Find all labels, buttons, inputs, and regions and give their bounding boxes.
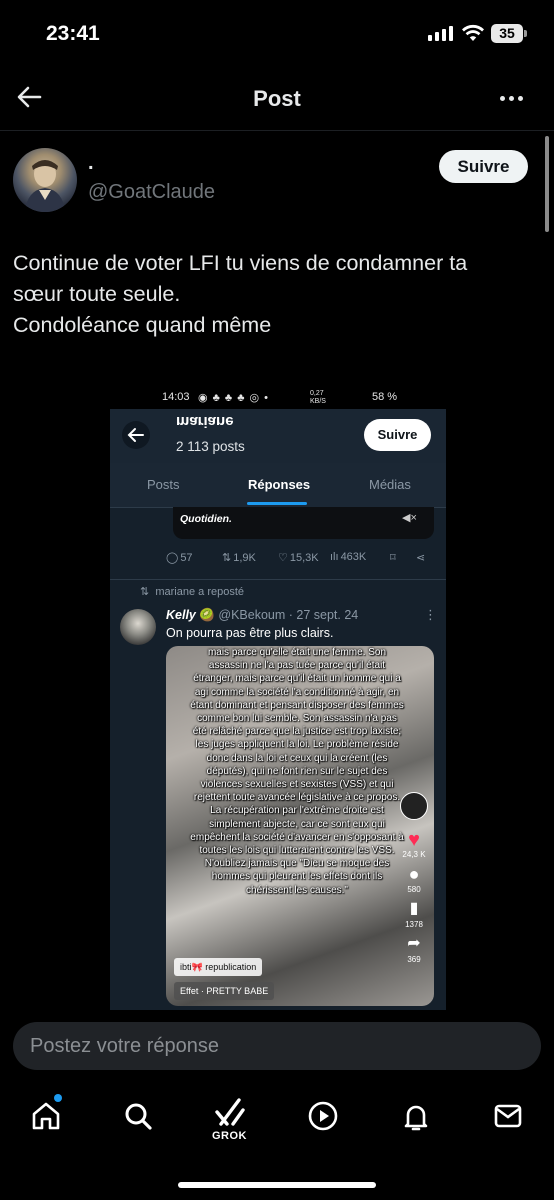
- battery-icon: 35: [491, 24, 523, 43]
- tiktok-share-icon: ➦: [407, 935, 421, 952]
- video-play-icon[interactable]: [307, 1100, 339, 1137]
- embedded-tab-indicator: [247, 502, 307, 505]
- notifications-bell-icon[interactable]: [400, 1100, 432, 1137]
- embedded-view-count: ılı 463K: [330, 551, 366, 563]
- embedded-video-brand: Quotidien.: [180, 513, 232, 525]
- embedded-profile-name: mariane: [176, 413, 234, 430]
- embedded-net-speed: 0,27 KB/S: [310, 390, 326, 405]
- embedded-status-bar: 14:03 ◉ ♣ ♣ ♣ ◎ • 0,27 KB/S 58 %: [110, 388, 446, 408]
- embedded-tweet-handle: @KBekoum · 27 sept. 24: [218, 608, 359, 622]
- notification-icons: ◉ ♣ ♣ ♣ ◎ •: [198, 392, 269, 404]
- embedded-screenshot: mariane 2 113 posts Suivre Posts Réponse…: [110, 409, 446, 1010]
- embedded-battery: 58 %: [372, 391, 398, 403]
- post-line: Condoléance quand même: [13, 313, 272, 337]
- like-count-value: 15,3K: [289, 551, 319, 564]
- status-time: 23:41: [46, 22, 100, 45]
- home-indicator[interactable]: [178, 1182, 376, 1188]
- embedded-tab-posts: Posts: [147, 477, 180, 492]
- cellular-signal-icon: [428, 26, 453, 41]
- tiktok-profile-icon: [400, 792, 428, 820]
- battery-tip: [524, 30, 527, 37]
- home-icon[interactable]: [30, 1100, 62, 1137]
- republication-badge: ibti🎀 republication: [174, 958, 263, 976]
- video-caption: mais parce qu'elle était une femme. Son …: [190, 647, 404, 896]
- repost-icon: ⇅: [222, 552, 232, 564]
- embedded-back-icon: [122, 421, 150, 449]
- more-options-icon[interactable]: [500, 96, 523, 101]
- post-text: Continue de voter LFI tu viens de condam…: [13, 248, 543, 341]
- author-handle[interactable]: @GoatClaude: [88, 181, 215, 204]
- post-line: Continue de voter LFI tu viens de condam…: [13, 251, 468, 275]
- avatar[interactable]: [13, 148, 77, 212]
- repost-count-value: 1,9K: [233, 551, 256, 564]
- home-notification-dot: [54, 1094, 62, 1102]
- embedded-tweet-user: Kelly 🥝 @KBekoum · 27 sept. 24: [166, 608, 359, 622]
- wifi-icon: [461, 24, 485, 47]
- embedded-like-count: ♡ 15,3K: [278, 551, 319, 565]
- embedded-repost-text: mariane a reposté: [155, 586, 245, 598]
- embedded-action-bar: ◯ 57 ⇅ 1,9K ♡ 15,3K ılı 463K ⌑ ⋖: [166, 549, 436, 569]
- tiktok-like-count: 24,3 K: [402, 850, 426, 859]
- tiktok-comment-icon: ●: [408, 864, 420, 884]
- embedded-tweet-username: Kelly: [166, 608, 196, 622]
- embedded-follow-button: Suivre: [364, 419, 431, 451]
- views-icon: ılı: [330, 551, 339, 563]
- tiktok-side-bar: ♥ 24,3 K ● 580 ▮ 1378 ➦ 369: [394, 792, 434, 964]
- embedded-status-time: 14:03: [162, 391, 190, 403]
- author-display-name[interactable]: .: [88, 152, 94, 175]
- status-bar: 23:41 35: [0, 0, 554, 68]
- page-title: Post: [253, 86, 301, 111]
- bookmark-icon: ⌑: [390, 552, 396, 564]
- share-icon: ⋖: [416, 552, 426, 564]
- scrollbar[interactable]: [545, 136, 549, 232]
- messages-envelope-icon[interactable]: [492, 1100, 524, 1137]
- tiktok-save-count: 1378: [405, 920, 423, 929]
- tiktok-heart-icon: ♥: [408, 829, 420, 851]
- embedded-divider: [110, 579, 446, 580]
- reply-placeholder: Postez votre réponse: [30, 1035, 219, 1057]
- embedded-tweet-text: On pourra pas être plus clairs.: [166, 626, 334, 640]
- effect-badge: Effet · PRETTY BABE: [174, 982, 275, 1000]
- heart-icon: ♡: [278, 552, 288, 564]
- embedded-tab-media: Médias: [369, 477, 411, 492]
- embedded-repost-label: ⇅ mariane a reposté: [140, 586, 245, 598]
- follow-button[interactable]: Suivre: [439, 150, 528, 183]
- embedded-more-icon: ⋮: [424, 607, 437, 622]
- embedded-tab-replies: Réponses: [248, 477, 311, 492]
- search-icon[interactable]: [122, 1100, 154, 1137]
- comment-count-value: 57: [180, 551, 193, 564]
- embedded-tiktok-video: mais parce qu'elle était une femme. Son …: [166, 646, 434, 1006]
- embedded-tweet-avatar: [120, 609, 156, 645]
- tiktok-bookmark-icon: ▮: [409, 900, 419, 917]
- post-line: sœur toute seule.: [13, 282, 181, 306]
- mute-icon: ◀×: [402, 512, 417, 524]
- embedded-comment-count: ◯ 57: [166, 551, 193, 565]
- view-count-value: 463K: [340, 551, 367, 563]
- grok-icon[interactable]: [213, 1094, 247, 1133]
- tiktok-comment-count: 580: [407, 885, 421, 894]
- embedded-posts-count: 2 113 posts: [176, 439, 245, 454]
- grok-label: GROK: [212, 1130, 247, 1142]
- comment-icon: ◯: [166, 552, 179, 564]
- embedded-header: mariane 2 113 posts Suivre: [110, 409, 446, 463]
- embedded-repost-count: ⇅ 1,9K: [222, 551, 256, 565]
- tiktok-share-count: 369: [407, 955, 421, 964]
